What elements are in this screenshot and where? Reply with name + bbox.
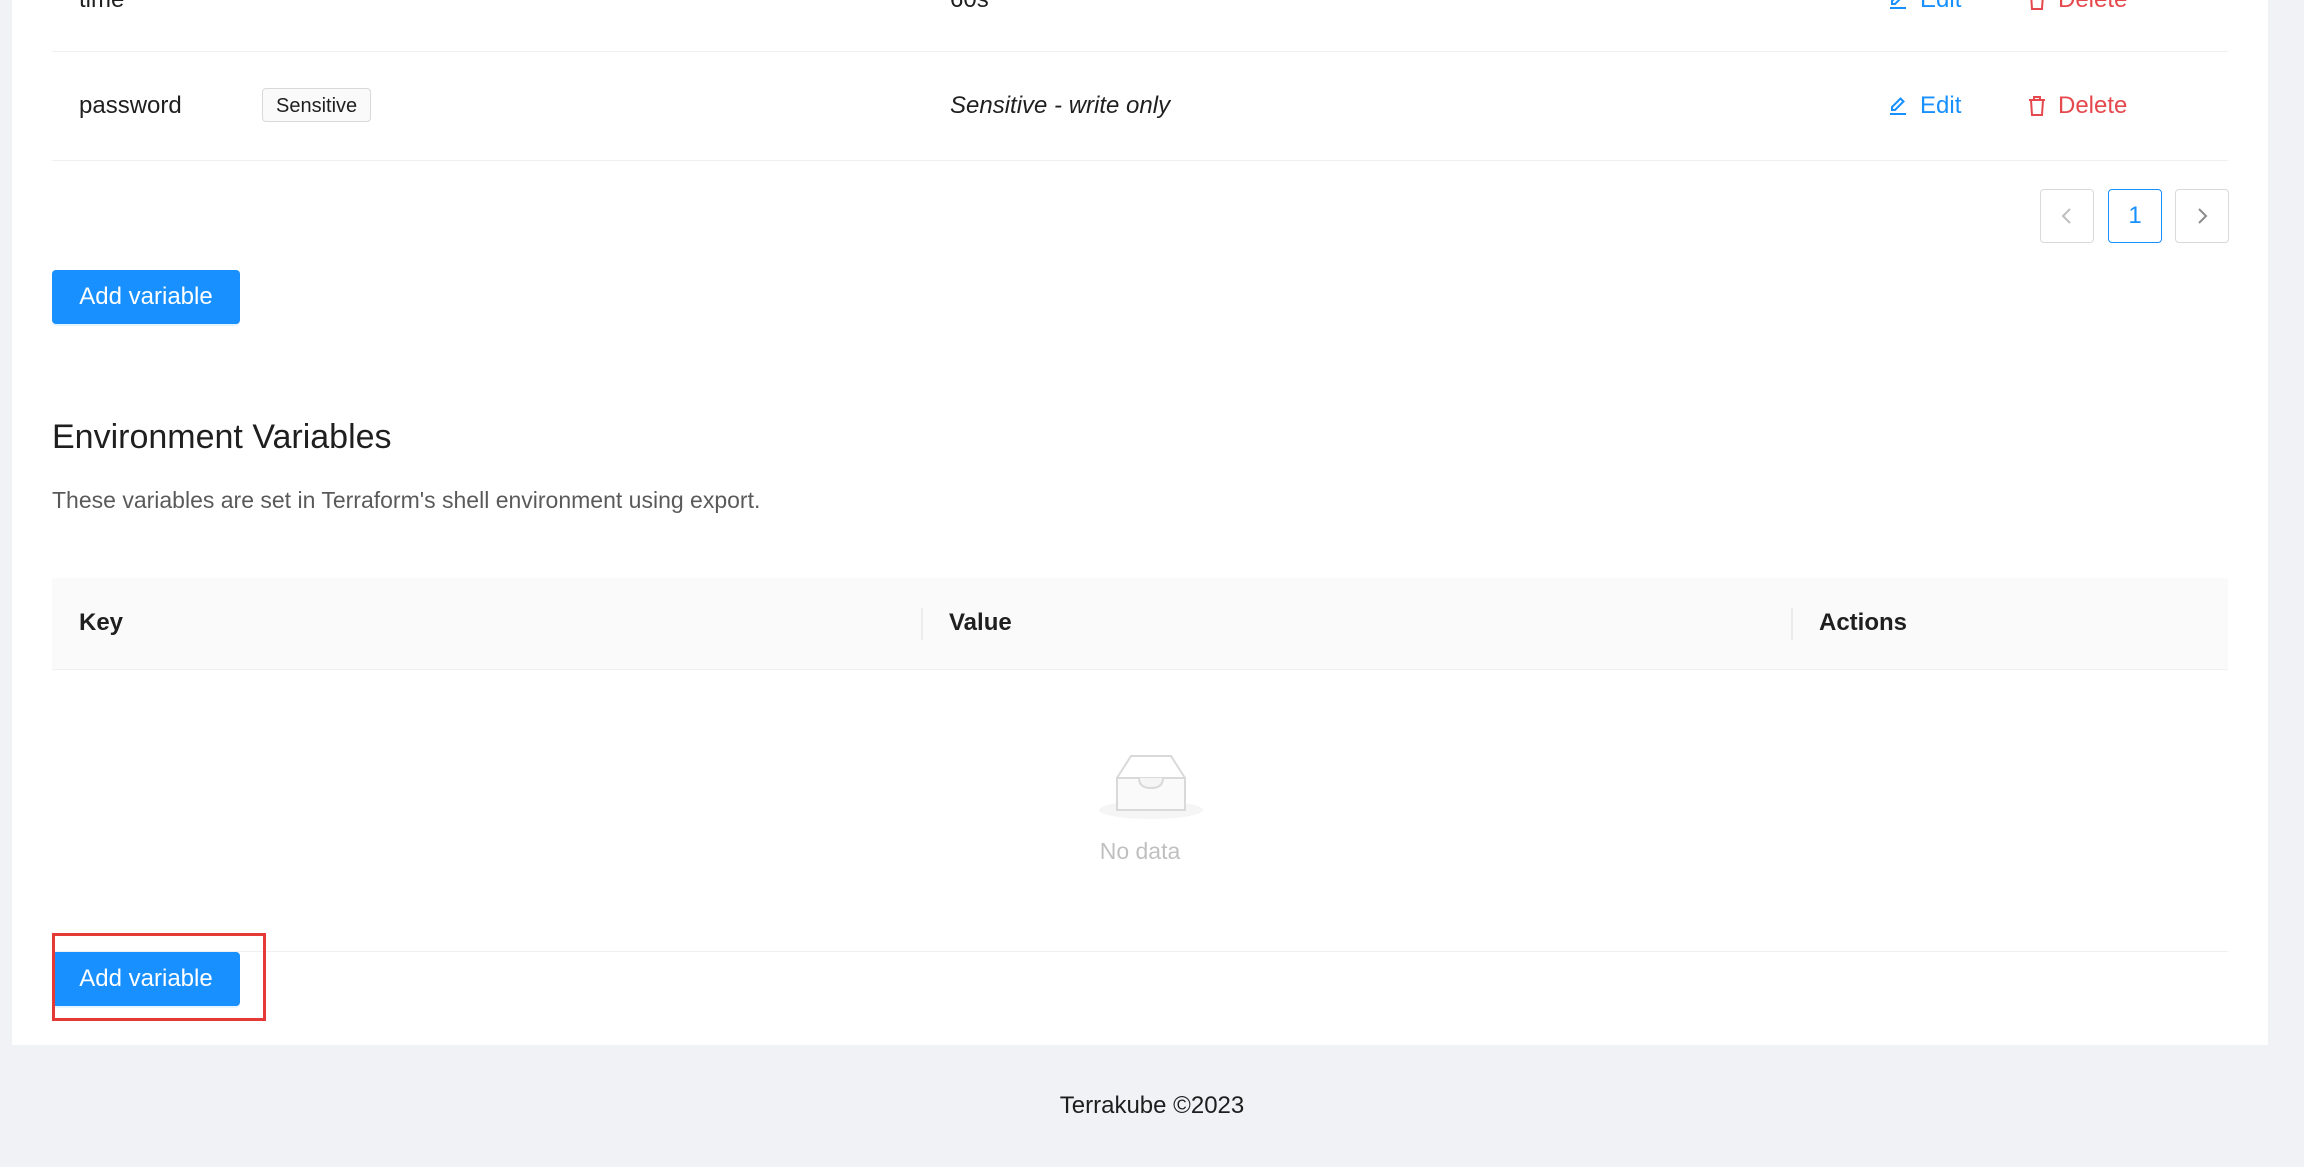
pagination-prev[interactable] (2040, 189, 2094, 243)
variable-key: time (79, 0, 124, 14)
variable-value: Sensitive - write only (950, 92, 1171, 119)
table-header: Key Value Actions (52, 578, 2228, 670)
column-divider (1791, 608, 1793, 640)
edit-icon (1890, 0, 1906, 9)
column-header-value: Value (949, 609, 1012, 636)
empty-text: No data (1099, 838, 1181, 864)
delete-action[interactable]: Delete (2026, 0, 2127, 14)
column-header-actions: Actions (1819, 609, 1908, 636)
delete-label: Delete (2058, 92, 2128, 119)
footer: Terrakube ©2023 (1059, 1092, 1245, 1119)
empty-inbox-icon (1099, 755, 1203, 819)
delete-icon (2030, 0, 2044, 10)
delete-action[interactable]: Delete (2026, 92, 2127, 120)
column-divider (921, 608, 923, 640)
edit-icon (1890, 97, 1906, 115)
edit-action[interactable]: Edit (1886, 0, 1961, 14)
delete-label: Delete (2058, 0, 2127, 14)
empty-state: No data (52, 670, 2228, 952)
delete-icon (2029, 96, 2045, 116)
add-environment-variable-button[interactable]: Add variable (52, 952, 240, 1006)
chevron-right-icon (2198, 208, 2208, 224)
variable-value: 60s (950, 0, 989, 14)
table-row: password Sensitive Sensitive - write onl… (52, 52, 2228, 161)
chevron-left-icon (2061, 208, 2071, 224)
section-title: Environment Variables (52, 418, 392, 456)
pagination-page[interactable]: 1 (2108, 189, 2162, 243)
column-header-key: Key (79, 609, 124, 636)
table-row: time 60s Edit Delete (52, 0, 2228, 52)
edit-action[interactable]: Edit (1886, 92, 1961, 120)
edit-label: Edit (1920, 92, 1962, 119)
add-terraform-variable-button[interactable]: Add variable (52, 270, 240, 324)
variable-key: password (79, 92, 182, 119)
edit-label: Edit (1920, 0, 1961, 14)
pagination-next[interactable] (2175, 189, 2229, 243)
section-description: These variables are set in Terraform's s… (52, 487, 761, 513)
sensitive-tag: Sensitive (262, 88, 372, 122)
content-panel: time 60s Edit Delete password Sensitive … (12, 0, 2268, 1045)
